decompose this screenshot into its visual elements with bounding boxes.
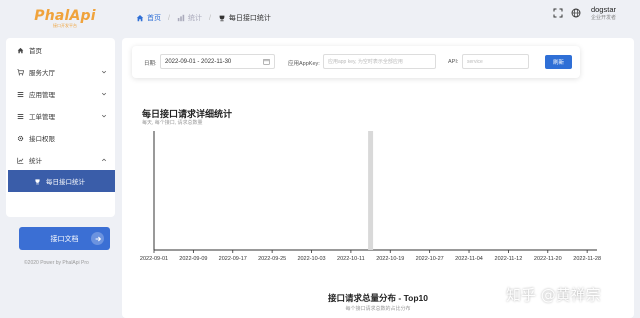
x-tick-label: 2022-11-04	[455, 256, 483, 262]
copyright: ©2020 Power by PhalApi Pro	[24, 260, 89, 266]
top-bar: 首页 / 统计 / 每日接口统计 dogstar 企业开发者	[120, 0, 640, 36]
breadcrumb-parent[interactable]: 统计	[177, 13, 202, 23]
top10-subtitle: 每个接口请求总数的占比分布	[345, 306, 411, 312]
cup-icon	[219, 15, 225, 22]
breadcrumb-parent-label: 统计	[187, 15, 202, 22]
calendar-icon	[263, 59, 270, 65]
appkey-input[interactable]: 应用app key, 为空时表示全部应用	[323, 54, 436, 69]
home-icon	[136, 14, 144, 22]
home-icon	[17, 47, 24, 53]
date-range-input[interactable]: 2022-09-01 - 2022-11-30	[160, 54, 275, 69]
x-tick-label: 2022-09-01	[140, 256, 168, 262]
x-tick-label: 2022-11-12	[495, 256, 523, 262]
api-input[interactable]: service	[462, 54, 529, 69]
sidebar-item-ticket-management[interactable]: 工单管理	[6, 105, 115, 127]
logo[interactable]: PhalApi 接口开发平台	[20, 8, 110, 34]
sidebar-item-home[interactable]: 首页	[6, 39, 115, 61]
chevron-down-icon	[101, 92, 107, 96]
api-docs-label: 接口文档	[50, 235, 79, 243]
sidebar-item-label: 首页	[29, 48, 42, 55]
sidebar-item-label: 每日接口统计	[46, 179, 85, 186]
cart-icon	[17, 68, 24, 75]
breadcrumb-separator: /	[208, 14, 211, 22]
globe-icon[interactable]	[571, 8, 581, 18]
refresh-button[interactable]: 刷新	[545, 55, 572, 69]
breadcrumb-separator: /	[168, 14, 170, 22]
top-right-tools: dogstar 企业开发者	[545, 6, 616, 21]
x-tick-label: 2022-10-03	[297, 256, 325, 262]
watermark: 知乎 @黄禅宗	[506, 286, 601, 304]
api-docs-button[interactable]: 接口文档	[19, 227, 110, 250]
x-tick-label: 2022-10-11	[337, 256, 365, 262]
chart-subtitle: 每天, 每个接口, 请求总数量	[142, 120, 203, 126]
date-range-value: 2022-09-01 - 2022-11-30	[165, 58, 232, 65]
cup-icon	[35, 178, 40, 184]
list-icon	[17, 91, 24, 97]
chart-bar	[368, 131, 374, 250]
sidebar-item-daily-api-stats[interactable]: 每日接口统计	[8, 170, 115, 192]
appkey-placeholder: 应用app key, 为空时表示全部应用	[328, 59, 403, 65]
arrow-right-icon	[91, 232, 104, 245]
breadcrumb-current: 每日接口统计	[218, 13, 271, 23]
api-placeholder: service	[467, 58, 483, 65]
chevron-down-icon	[101, 114, 107, 118]
sidebar-item-label: 接口权限	[29, 136, 55, 143]
sidebar-item-label: 工单管理	[29, 114, 55, 121]
sidebar: 首页 服务大厅 应用管理 工单管理 接口权限 统计 每日接口统计	[6, 38, 115, 217]
list-icon	[17, 113, 24, 119]
daily-requests-chart: 2022-09-01 2022-09-09 2022-09-17 2022-09-25…	[140, 131, 601, 262]
sidebar-item-label: 应用管理	[29, 92, 55, 99]
breadcrumb-home-label: 首页	[147, 15, 161, 22]
x-tick-label: 2022-11-20	[534, 256, 562, 262]
filter-bar: 日期: 2022-09-01 - 2022-11-30 应用AppKey: 应用…	[132, 46, 580, 78]
chart-icon	[17, 157, 24, 164]
main-panel: 日期: 2022-09-01 - 2022-11-30 应用AppKey: 应用…	[122, 38, 634, 318]
user-name: dogstar	[590, 5, 616, 14]
breadcrumb: 首页 / 统计 / 每日接口统计	[136, 13, 271, 23]
sidebar-item-service-hall[interactable]: 服务大厅	[6, 61, 115, 83]
breadcrumb-home[interactable]: 首页	[136, 13, 161, 23]
sidebar-item-label: 统计	[29, 158, 42, 165]
sidebar-item-api-permissions[interactable]: 接口权限	[6, 127, 115, 149]
sidebar-item-app-management[interactable]: 应用管理	[6, 83, 115, 105]
chevron-up-icon	[101, 158, 107, 162]
breadcrumb-current-label: 每日接口统计	[228, 15, 271, 22]
x-tick-label: 2022-09-09	[179, 256, 207, 262]
chart-icon	[177, 14, 185, 22]
date-label: 日期:	[144, 61, 157, 67]
user-menu[interactable]: dogstar 企业开发者	[591, 6, 616, 21]
x-tick-label: 2022-09-17	[219, 256, 247, 262]
fullscreen-icon[interactable]	[553, 8, 563, 18]
chevron-down-icon	[101, 70, 107, 74]
x-tick-label: 2022-09-25	[258, 256, 286, 262]
sidebar-item-label: 服务大厅	[29, 70, 55, 77]
sidebar-item-statistics[interactable]: 统计	[6, 149, 115, 171]
user-role: 企业开发者	[590, 14, 616, 21]
gear-icon	[17, 135, 24, 141]
x-tick-label: 2022-10-27	[416, 256, 444, 262]
logo-text: PhalApi	[34, 8, 96, 24]
api-label: API:	[448, 59, 459, 65]
x-tick-label: 2022-10-19	[376, 256, 404, 262]
x-tick-label: 2022-11-28	[573, 256, 601, 262]
appkey-label: 应用AppKey:	[288, 61, 320, 67]
